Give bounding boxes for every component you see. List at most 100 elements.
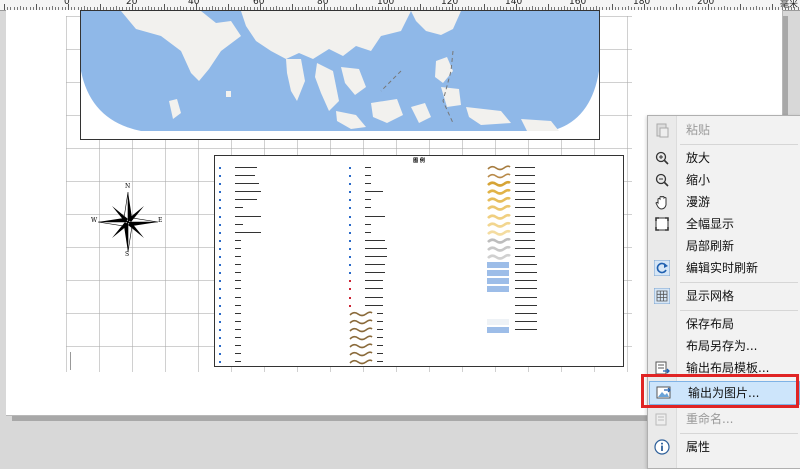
- legend-label-mark: [235, 296, 241, 298]
- legend-point-symbol: [349, 296, 351, 299]
- legend-label-mark: [515, 280, 537, 282]
- refresh-icon: [654, 260, 670, 276]
- ruler-tick: [794, 7, 796, 10]
- legend-point-symbol: [219, 239, 221, 242]
- legend-label-mark: [235, 361, 241, 363]
- legend-fill-symbol: [487, 270, 509, 277]
- menu-item-save-layout-as[interactable]: 布局另存为...: [648, 335, 800, 357]
- menu-item-label: 放大: [686, 151, 711, 165]
- zoom-in-icon: [655, 151, 669, 165]
- legend-point-symbol: [349, 175, 351, 178]
- legend-label-mark: [377, 320, 383, 322]
- legend-label-mark: [235, 304, 241, 306]
- legend-label-mark: [235, 345, 241, 347]
- legend-label-mark: [365, 231, 371, 233]
- legend-point-symbol: [349, 272, 351, 275]
- legend-point-symbol: [349, 183, 351, 186]
- north-arrow[interactable]: N S W E: [91, 183, 164, 262]
- ruler-label: 140: [505, 0, 523, 7]
- legend-label-mark: [515, 231, 535, 233]
- menu-item-zoom-out[interactable]: 缩小: [648, 169, 800, 191]
- paste-icon: [656, 123, 669, 138]
- legend-point-symbol: [349, 264, 351, 267]
- context-menu: 粘贴 放大 缩小 漫游 全幅显示 局部刷新 编辑实时刷新 显示网格 保存布局 布…: [647, 115, 800, 469]
- ruler-tick: [784, 7, 786, 10]
- menu-item-zoom-in[interactable]: 放大: [648, 147, 800, 169]
- legend-point-symbol: [349, 207, 351, 210]
- legend-wave-symbol: [487, 237, 511, 244]
- legend-label-mark: [235, 223, 243, 225]
- legend-point-symbol: [349, 247, 351, 250]
- menu-item-label: 显示网格: [686, 289, 735, 303]
- legend-label-mark: [365, 288, 383, 290]
- legend-point-symbol: [349, 280, 351, 283]
- legend-label-mark: [235, 264, 241, 266]
- legend-point-symbol: [219, 175, 221, 178]
- legend-wave-symbol: [487, 229, 511, 236]
- legend-label-mark: [515, 223, 535, 225]
- legend-point-symbol: [219, 256, 221, 259]
- menu-item-partial-refresh[interactable]: 局部刷新: [648, 235, 800, 257]
- world-map: [81, 11, 599, 139]
- ruler-label: 40: [188, 0, 200, 7]
- legend-fill-symbol: [487, 278, 509, 285]
- menu-item-properties[interactable]: 属性: [648, 436, 800, 458]
- legend-label-mark: [235, 247, 241, 249]
- menu-item-full-extent[interactable]: 全幅显示: [648, 213, 800, 235]
- legend-point-symbol: [219, 320, 221, 323]
- legend-label-mark: [365, 239, 385, 241]
- legend-box[interactable]: 图 例: [214, 155, 624, 367]
- legend-wave-symbol: [487, 253, 511, 260]
- legend-point-symbol: [219, 336, 221, 339]
- ruler-tick: [791, 7, 793, 10]
- legend-label-mark: [515, 239, 535, 241]
- menu-separator: [680, 144, 798, 145]
- annotation-highlight-box: [641, 374, 799, 408]
- ruler-label: 180: [633, 0, 651, 7]
- legend-label-mark: [365, 199, 371, 201]
- legend-label-mark: [235, 175, 255, 177]
- legend-label-mark: [235, 353, 241, 355]
- menu-separator: [680, 433, 798, 434]
- legend-point-symbol: [219, 304, 221, 307]
- legend-point-symbol: [219, 345, 221, 348]
- legend-label-mark: [235, 167, 257, 168]
- legend-label-mark: [365, 296, 383, 298]
- grid-icon: [654, 288, 670, 304]
- legend-label-mark: [515, 272, 537, 274]
- legend-label-mark: [235, 231, 261, 233]
- legend-wave-symbol: [487, 181, 511, 187]
- legend-label-mark: [377, 336, 383, 338]
- legend-label-mark: [377, 361, 383, 363]
- menu-item-rename[interactable]: 重命名...: [648, 408, 800, 430]
- legend-wave-symbol: [349, 335, 373, 341]
- legend-point-symbol: [219, 296, 221, 299]
- menu-item-live-refresh[interactable]: 编辑实时刷新: [648, 257, 800, 279]
- full-extent-icon: [655, 217, 669, 231]
- legend-label-mark: [515, 207, 535, 209]
- menu-separator: [680, 282, 798, 283]
- menu-item-label: 局部刷新: [686, 239, 735, 253]
- legend-label-mark: [377, 328, 383, 330]
- legend-label-mark: [515, 256, 535, 258]
- menu-item-label: 缩小: [686, 173, 711, 187]
- legend-point-symbol: [219, 280, 221, 283]
- compass-rose-icon: [97, 191, 159, 253]
- legend-label-mark: [515, 247, 535, 249]
- menu-item-paste[interactable]: 粘贴: [648, 119, 800, 141]
- legend-point-symbol: [219, 288, 221, 291]
- menu-item-show-grid[interactable]: 显示网格: [648, 285, 800, 307]
- menu-item-label: 粘贴: [686, 123, 711, 137]
- map-frame[interactable]: [80, 10, 600, 140]
- legend-fill-symbol: [487, 326, 509, 333]
- menu-item-pan[interactable]: 漫游: [648, 191, 800, 213]
- menu-item-save-layout[interactable]: 保存布局: [648, 313, 800, 335]
- legend-wave-symbol: [487, 205, 511, 212]
- compass-west-label: W: [91, 217, 98, 224]
- ruler-tick: [788, 6, 789, 10]
- legend-label-mark: [365, 280, 383, 282]
- legend-label-mark: [365, 215, 385, 217]
- legend-wave-symbol: [487, 189, 511, 196]
- legend-point-symbol: [349, 304, 351, 307]
- legend-label-mark: [365, 304, 383, 306]
